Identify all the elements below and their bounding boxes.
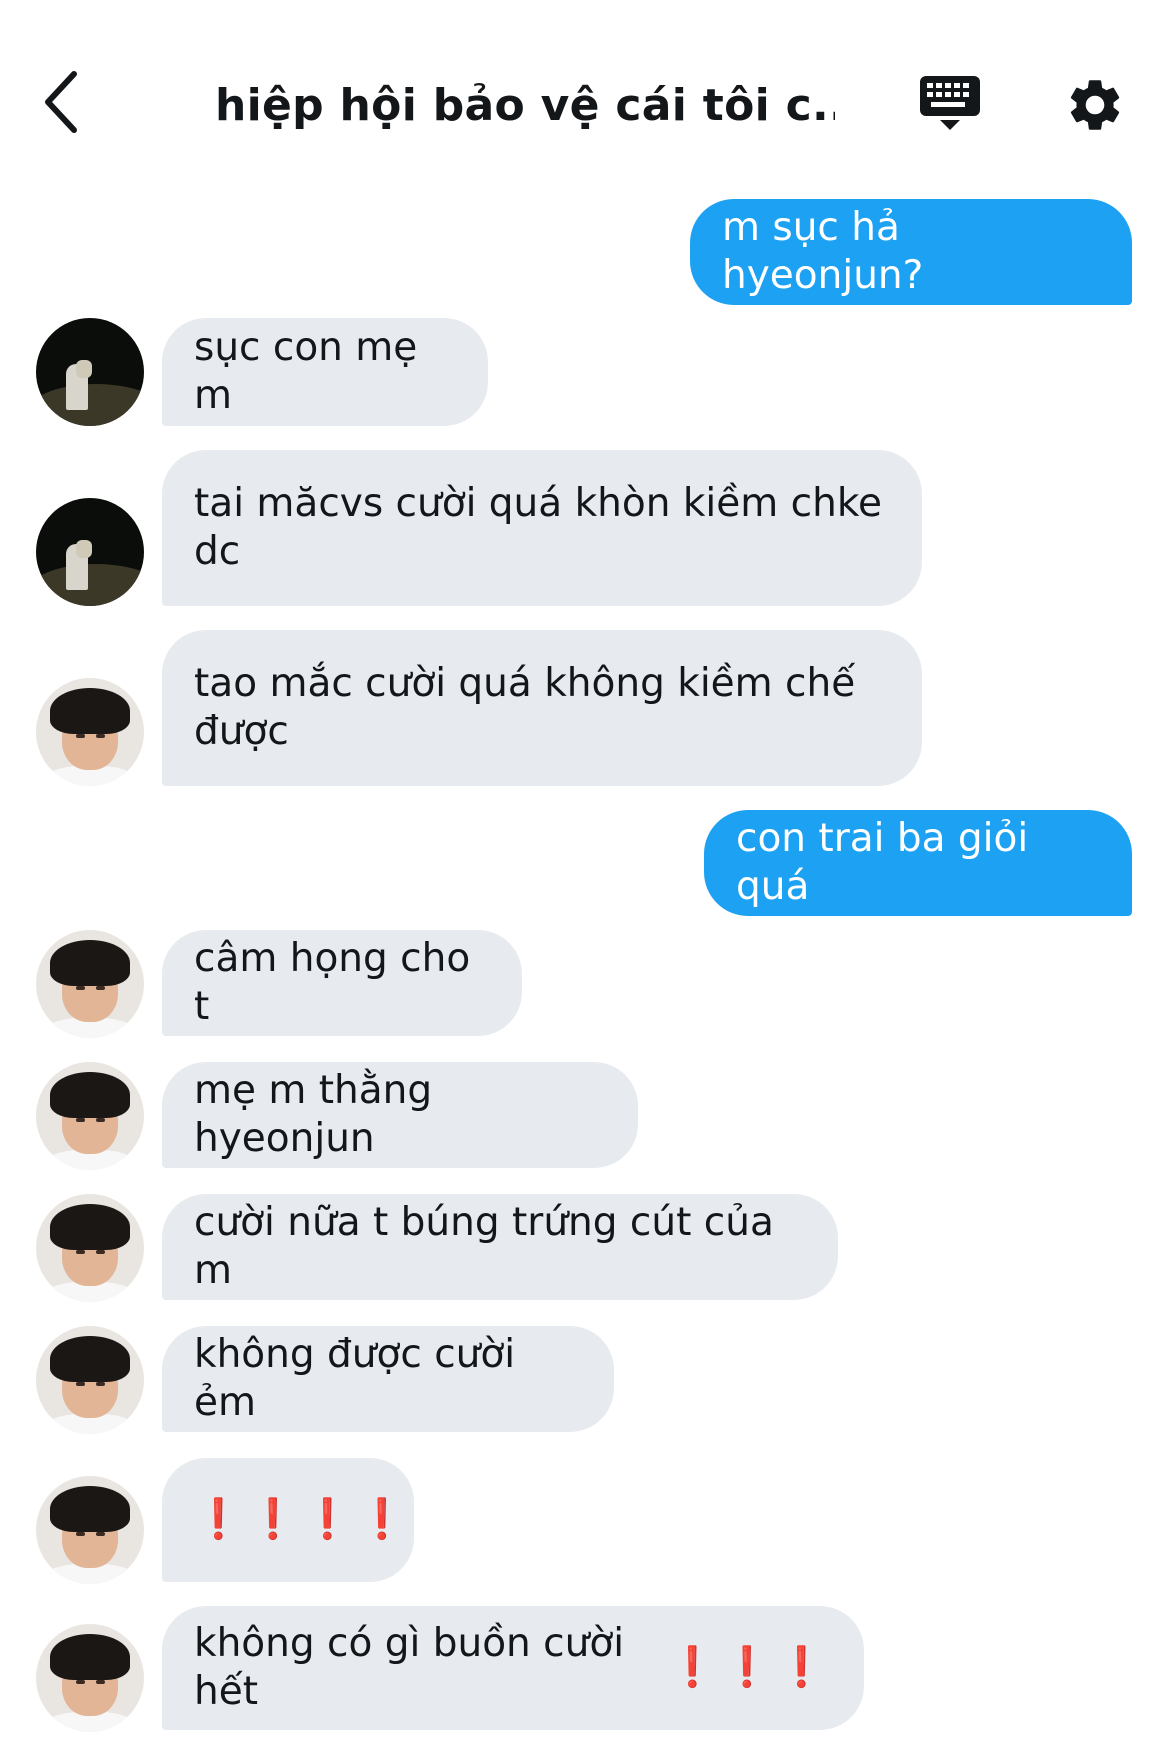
message-text-line: tao mắc cười quá không kiềm chế xyxy=(194,661,856,706)
avatar[interactable] xyxy=(36,1326,144,1434)
incoming-message[interactable]: mẹ m thằng hyeonjun xyxy=(162,1062,638,1168)
incoming-message[interactable]: tao mắc cười quá không kiềm chế được xyxy=(162,630,922,786)
outgoing-message[interactable]: con trai ba giỏi quá xyxy=(704,810,1132,916)
message-text: sục con mẹ m xyxy=(194,325,418,418)
conversation-header: hiệp hội bảo vệ cái tôi c... xyxy=(0,0,1170,170)
settings-button[interactable] xyxy=(1064,74,1126,136)
avatar[interactable] xyxy=(36,1476,144,1584)
incoming-message[interactable]: cười nữa t búng trứng cút của m xyxy=(162,1194,838,1300)
avatar[interactable] xyxy=(36,1194,144,1302)
keyboard-button[interactable] xyxy=(918,74,984,142)
message-text: cười nữa t búng trứng cút của m xyxy=(194,1200,774,1293)
conversation-title[interactable]: hiệp hội bảo vệ cái tôi c... xyxy=(215,72,835,140)
avatar[interactable] xyxy=(36,678,144,786)
exclamation-emoji: ❗️❗️❗️ xyxy=(668,1645,832,1690)
gear-icon xyxy=(1070,80,1120,130)
avatar[interactable] xyxy=(36,498,144,606)
incoming-message[interactable]: câm họng cho t xyxy=(162,930,522,1036)
message-text: m sục hả hyeonjun? xyxy=(722,205,924,298)
exclamation-emoji: ❗️❗️❗️❗️ xyxy=(194,1497,413,1542)
outgoing-message[interactable]: m sục hả hyeonjun? xyxy=(690,199,1132,305)
avatar[interactable] xyxy=(36,318,144,426)
chevron-left-icon xyxy=(45,71,77,133)
message-text-line: được xyxy=(194,709,289,754)
incoming-message[interactable]: tai măcvs cười quá khòn kiềm chke dc xyxy=(162,450,922,606)
message-text: mẹ m thằng hyeonjun xyxy=(194,1068,433,1161)
keyboard-icon xyxy=(920,76,980,130)
message-text: không có gì buồn cười hết xyxy=(194,1621,625,1714)
back-button[interactable] xyxy=(40,68,100,140)
avatar[interactable] xyxy=(36,930,144,1038)
avatar[interactable] xyxy=(36,1062,144,1170)
message-text: câm họng cho t xyxy=(194,936,471,1029)
incoming-message[interactable]: sục con mẹ m xyxy=(162,318,488,426)
incoming-message[interactable]: không có gì buồn cười hết ❗️❗️❗️ xyxy=(162,1606,864,1730)
message-text: không được cười ẻm xyxy=(194,1332,516,1425)
message-text-line: dc xyxy=(194,529,241,574)
message-text-line: tai măcvs cười quá khòn kiềm chke xyxy=(194,481,883,526)
message-text: con trai ba giỏi quá xyxy=(736,816,1029,909)
avatar[interactable] xyxy=(36,1624,144,1732)
incoming-message[interactable]: ❗️❗️❗️❗️ xyxy=(162,1458,414,1582)
incoming-message[interactable]: không được cười ẻm xyxy=(162,1326,614,1432)
